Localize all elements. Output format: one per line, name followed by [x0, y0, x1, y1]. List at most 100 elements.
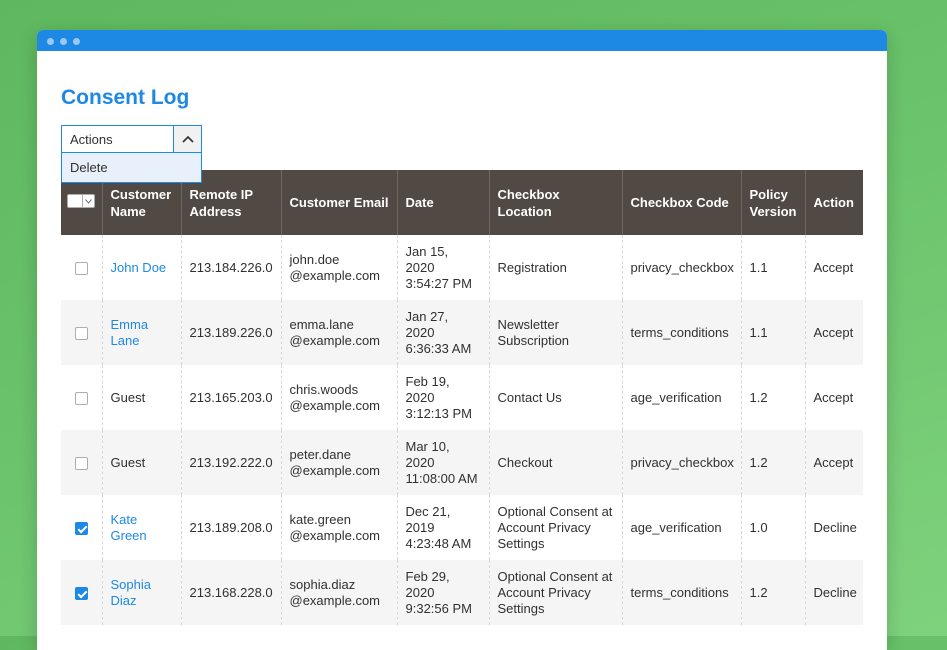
customer-name-cell[interactable]: John Doe [101, 235, 181, 300]
page-title: Consent Log [61, 86, 190, 109]
date-line: Jan 15, 2020 [405, 243, 449, 275]
customer-name-cell: Guest [101, 430, 181, 495]
policy-version-cell: 1.2 [740, 365, 805, 430]
actions-menu: Delete [61, 153, 202, 183]
table-row[interactable]: Sophia Diaz 213.168.228.0 sophia.diaz @exam… [61, 560, 863, 625]
row-select-cell[interactable] [61, 430, 102, 495]
row-select-cell[interactable] [61, 560, 102, 625]
row-checkbox[interactable] [74, 456, 88, 470]
email-line: @example.com [289, 267, 381, 283]
row-select-cell[interactable] [61, 300, 102, 365]
customer-name[interactable]: John Doe [111, 260, 167, 275]
action-cell: Accept [804, 430, 863, 495]
action-cell: Accept [804, 300, 863, 365]
row-select-cell[interactable] [61, 235, 102, 300]
email-line: chris.woods [289, 381, 359, 397]
date-cell: Dec 21, 2019 4:23:48 AM [396, 495, 489, 560]
chevron-up-icon[interactable] [173, 126, 201, 152]
row-checkbox[interactable] [74, 586, 88, 600]
time-line: 3:54:27 PM [405, 275, 473, 291]
email-line: @example.com [289, 397, 381, 413]
policy-version-cell: 1.2 [740, 560, 805, 625]
customer-name[interactable]: Kate Green [111, 512, 147, 543]
customer-email-cell: emma.lane @example.com [280, 300, 397, 365]
column-header-checkbox-location[interactable]: Checkbox Location [488, 170, 622, 235]
table-row[interactable]: Emma Lane 213.189.226.0 emma.lane @example.… [61, 300, 863, 365]
column-header-checkbox-code[interactable]: Checkbox Code [621, 170, 741, 235]
time-line: 11:08:00 AM [405, 470, 478, 486]
time-line: 9:32:56 PM [405, 600, 473, 616]
table-row[interactable]: John Doe 213.184.226.0 john.doe @example.co… [61, 235, 863, 300]
customer-email-cell: john.doe @example.com [280, 235, 397, 300]
checkbox-code-cell: age_verification [621, 495, 741, 560]
checkbox-location-cell: Registration [488, 235, 622, 300]
actions-label: Actions [70, 131, 113, 147]
column-header-action[interactable]: Action [804, 170, 863, 235]
row-checkbox[interactable] [74, 261, 88, 275]
window-titlebar [37, 30, 887, 51]
action-cell: Accept [804, 235, 863, 300]
customer-name[interactable]: Sophia Diaz [111, 577, 151, 608]
table-row[interactable]: Guest 213.192.222.0 peter.dane @example.com… [61, 430, 863, 495]
customer-name-cell[interactable]: Kate Green [101, 495, 181, 560]
row-select-cell[interactable] [61, 365, 102, 430]
date-cell: Feb 29, 2020 9:32:56 PM [396, 560, 489, 625]
checkbox-code-cell: privacy_checkbox [621, 430, 741, 495]
row-checkbox[interactable] [74, 521, 88, 535]
checkbox-code-cell: terms_conditions [621, 300, 741, 365]
customer-name-cell[interactable]: Sophia Diaz [101, 560, 181, 625]
chevron-down-icon[interactable] [81, 195, 95, 207]
date-cell: Mar 10, 2020 11:08:00 AM [396, 430, 489, 495]
action-cell: Decline [804, 560, 863, 625]
email-line: @example.com [289, 332, 381, 348]
email-line: @example.com [289, 592, 381, 608]
date-line: Feb 29, 2020 [405, 568, 450, 600]
menu-item-delete[interactable]: Delete [62, 160, 108, 175]
policy-version-cell: 1.1 [740, 300, 805, 365]
email-line: emma.lane [289, 316, 354, 332]
time-line: 6:36:33 AM [405, 340, 472, 356]
checkbox-location-cell: Optional Consent at Account Privacy Sett… [488, 560, 622, 625]
checkbox-code-cell: age_verification [621, 365, 741, 430]
action-cell: Decline [804, 495, 863, 560]
email-line: kate.green [289, 511, 351, 527]
policy-version-cell: 1.1 [740, 235, 805, 300]
row-select-cell[interactable] [61, 495, 102, 560]
customer-email-cell: chris.woods @example.com [280, 365, 397, 430]
policy-version-cell: 1.0 [740, 495, 805, 560]
date-cell: Jan 27, 2020 6:36:33 AM [396, 300, 489, 365]
window-dot-icon [73, 38, 80, 45]
remote-ip-cell: 213.168.228.0 [180, 560, 281, 625]
mass-select-control[interactable] [67, 194, 96, 208]
window-dot-icon [60, 38, 67, 45]
actions-dropdown[interactable]: Actions [61, 125, 202, 153]
table-row[interactable]: Guest 213.165.203.0 chris.woods @example.co… [61, 365, 863, 430]
table-row[interactable]: Kate Green 213.189.208.0 kate.green @exampl… [61, 495, 863, 560]
checkbox-location-cell: Checkout [488, 430, 622, 495]
column-header-customer-email[interactable]: Customer Email [280, 170, 397, 235]
customer-name[interactable]: Emma Lane [111, 317, 149, 348]
date-line: Mar 10, 2020 [405, 438, 450, 470]
email-line: @example.com [289, 462, 381, 478]
customer-name-cell[interactable]: Emma Lane [101, 300, 181, 365]
row-checkbox[interactable] [74, 326, 88, 340]
customer-name: Guest [110, 454, 146, 470]
email-line: john.doe [289, 251, 340, 267]
column-header-policy-version[interactable]: Policy Version [740, 170, 805, 235]
email-line: sophia.diaz [289, 576, 356, 592]
checkbox-location-cell: Newsletter Subscription [488, 300, 622, 365]
customer-name: Guest [110, 389, 146, 405]
customer-email-cell: peter.dane @example.com [280, 430, 397, 495]
checkbox-location-cell: Contact Us [488, 365, 622, 430]
remote-ip-cell: 213.192.222.0 [180, 430, 281, 495]
window-dot-icon [47, 38, 54, 45]
row-checkbox[interactable] [74, 391, 88, 405]
date-cell: Feb 19, 2020 3:12:13 PM [396, 365, 489, 430]
date-line: Dec 21, 2019 [405, 503, 451, 535]
checkbox-location-cell: Optional Consent at Account Privacy Sett… [488, 495, 622, 560]
column-header-date[interactable]: Date [396, 170, 489, 235]
policy-version-cell: 1.2 [740, 430, 805, 495]
remote-ip-cell: 213.189.226.0 [180, 300, 281, 365]
remote-ip-cell: 213.189.208.0 [180, 495, 281, 560]
date-cell: Jan 15, 2020 3:54:27 PM [396, 235, 489, 300]
